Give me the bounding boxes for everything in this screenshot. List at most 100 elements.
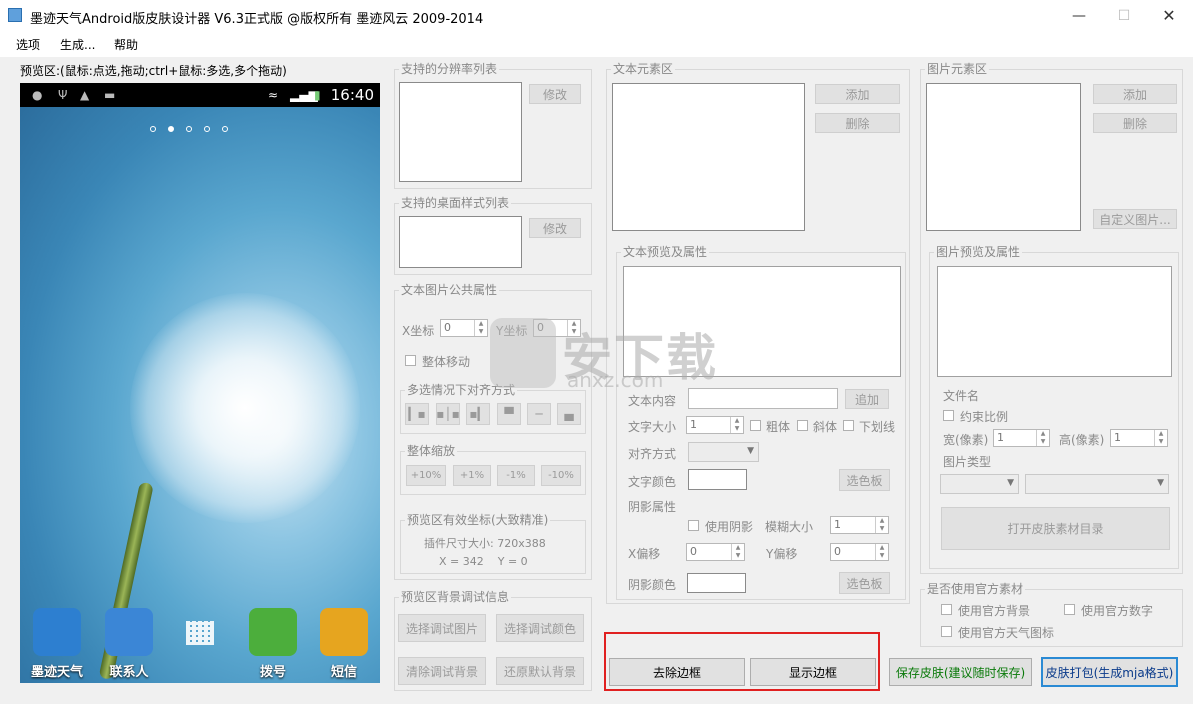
- image-preview-box: [937, 266, 1172, 377]
- pack-skin-button[interactable]: 皮肤打包(生成mja格式): [1041, 657, 1178, 687]
- resolution-list[interactable]: [399, 82, 522, 182]
- official-bg-checkbox[interactable]: [941, 604, 952, 615]
- y-offset-stepper[interactable]: 0 ▲ ▼: [830, 543, 889, 561]
- blur-size-label: 模糊大小: [765, 520, 814, 534]
- image-elements-group-title: 图片元素区: [925, 62, 990, 76]
- text-content-label: 文本内容: [628, 394, 677, 408]
- stepper-arrows-icon[interactable]: ▲ ▼: [731, 544, 744, 560]
- phone-status-bar: [20, 83, 380, 107]
- stepper-arrows-icon[interactable]: ▲ ▼: [875, 517, 888, 533]
- underline-checkbox[interactable]: [843, 420, 854, 431]
- official-bg-label: 使用官方背景: [958, 604, 1031, 618]
- image-elements-list[interactable]: [926, 83, 1081, 231]
- android-icon: ▲: [80, 88, 90, 102]
- align-bottom-button[interactable]: ▄: [557, 403, 581, 425]
- zoom-plus10-button[interactable]: +10%: [406, 465, 446, 486]
- image-delete-button[interactable]: 删除: [1093, 113, 1177, 133]
- text-add-button[interactable]: 添加: [815, 84, 900, 104]
- save-skin-button[interactable]: 保存皮肤(建议随时保存): [889, 658, 1032, 686]
- zoom-minus1-button[interactable]: -1%: [497, 465, 535, 486]
- move-all-checkbox[interactable]: [405, 355, 416, 366]
- close-button[interactable]: ✕: [1146, 0, 1192, 31]
- blur-size-stepper[interactable]: 1 ▲ ▼: [830, 516, 889, 534]
- text-palette-button[interactable]: 选色板: [839, 469, 890, 491]
- text-elements-list[interactable]: [612, 83, 805, 231]
- text-size-stepper[interactable]: 1 ▲ ▼: [686, 416, 744, 434]
- y-offset-label: Y偏移: [766, 547, 798, 561]
- bg-debug-group-title: 预览区背景调试信息: [399, 590, 512, 604]
- bold-label: 粗体: [766, 420, 791, 434]
- image-width-stepper[interactable]: 1 ▲ ▼: [993, 429, 1050, 447]
- image-type-select[interactable]: ▼: [940, 474, 1019, 494]
- page-dot: [186, 126, 192, 132]
- official-icons-checkbox[interactable]: [941, 626, 952, 637]
- sms-icon[interactable]: [320, 608, 368, 656]
- menu-help[interactable]: 帮助: [114, 36, 138, 53]
- menu-options[interactable]: 选项: [16, 36, 40, 53]
- x-offset-stepper[interactable]: 0 ▲ ▼: [686, 543, 745, 561]
- stepper-arrows-icon[interactable]: ▲ ▼: [474, 320, 487, 336]
- image-add-button[interactable]: 添加: [1093, 84, 1177, 104]
- text-content-add-button[interactable]: 追加: [845, 389, 889, 409]
- moji-weather-icon[interactable]: [33, 608, 81, 656]
- window-title: 墨迹天气Android版皮肤设计器 V6.3正式版 @版权所有 墨迹风云 200…: [30, 12, 484, 27]
- align-mode-select[interactable]: ▼: [688, 442, 759, 462]
- official-digits-checkbox[interactable]: [1064, 604, 1075, 615]
- dock-label-contacts: 联系人: [109, 665, 149, 680]
- resolution-edit-button[interactable]: 修改: [529, 84, 581, 104]
- phone-preview[interactable]: ● Ψ ▲ ▬ ≈ ▂▄▆ ▮ 16:40 墨迹天气 联系人 拨号 短信: [20, 83, 380, 683]
- bold-checkbox[interactable]: [750, 420, 761, 431]
- desktop-style-list[interactable]: [399, 216, 522, 268]
- keyboard-icon: ▬: [104, 88, 116, 102]
- official-group-title: 是否使用官方素材: [925, 582, 1026, 596]
- x-coord-stepper[interactable]: 0 ▲ ▼: [440, 319, 488, 337]
- align-top-button[interactable]: ▀: [497, 403, 521, 425]
- image-subtype-select[interactable]: ▼: [1025, 474, 1169, 494]
- stepper-arrows-icon[interactable]: ▲ ▼: [730, 417, 743, 433]
- text-delete-button[interactable]: 删除: [815, 113, 900, 133]
- choose-debug-image-button[interactable]: 选择调试图片: [398, 614, 486, 642]
- zoom-plus1-button[interactable]: +1%: [453, 465, 491, 486]
- align-vcenter-button[interactable]: ─: [527, 403, 551, 425]
- menu-generate[interactable]: 生成...: [60, 36, 95, 53]
- dialer-icon[interactable]: [249, 608, 297, 656]
- italic-checkbox[interactable]: [797, 420, 808, 431]
- contacts-icon[interactable]: [105, 608, 153, 656]
- align-left-button[interactable]: ▎▪: [405, 403, 429, 425]
- use-shadow-label: 使用阴影: [705, 520, 754, 534]
- x-offset-value: 0: [690, 545, 697, 558]
- align-right-button[interactable]: ▪▎: [466, 403, 490, 425]
- maximize-icon: ☐: [1117, 7, 1131, 24]
- stepper-arrows-icon[interactable]: ▲ ▼: [875, 544, 888, 560]
- choose-debug-color-button[interactable]: 选择调试颜色: [496, 614, 584, 642]
- image-height-stepper[interactable]: 1 ▲ ▼: [1110, 429, 1168, 447]
- watermark-url: anxz.com: [567, 368, 664, 392]
- text-content-input[interactable]: [688, 388, 838, 409]
- text-size-value: 1: [690, 418, 697, 431]
- open-skin-dir-button[interactable]: 打开皮肤素材目录: [941, 507, 1170, 550]
- preview-label: 预览区:(鼠标:点选,拖动;ctrl+鼠标:多选,多个拖动): [20, 64, 287, 78]
- custom-image-button[interactable]: 自定义图片...: [1093, 209, 1177, 229]
- align-top-icon: ▀: [504, 407, 514, 421]
- stepper-arrows-icon[interactable]: ▲ ▼: [1036, 430, 1049, 446]
- stepper-arrows-icon[interactable]: ▲ ▼: [1154, 430, 1167, 446]
- maximize-button[interactable]: ☐: [1101, 0, 1147, 31]
- app-drawer-icon[interactable]: [186, 621, 214, 645]
- shadow-palette-button[interactable]: 选色板: [839, 572, 890, 594]
- minimize-button[interactable]: —: [1056, 0, 1102, 31]
- desktop-style-edit-button[interactable]: 修改: [529, 218, 581, 238]
- text-color-swatch[interactable]: [688, 469, 747, 490]
- keep-ratio-checkbox[interactable]: [943, 410, 954, 421]
- x-offset-label: X偏移: [628, 547, 661, 561]
- align-hcenter-button[interactable]: ▪│▪: [436, 403, 460, 425]
- restore-default-bg-button[interactable]: 还原默认背景: [496, 657, 584, 685]
- zoom-minus10-button[interactable]: -10%: [541, 465, 581, 486]
- align-right-icon: ▪▎: [469, 407, 487, 421]
- y-offset-value: 0: [834, 545, 841, 558]
- phone-clock: 16:40: [330, 86, 374, 104]
- clear-debug-bg-button[interactable]: 清除调试背景: [398, 657, 486, 685]
- shadow-color-swatch[interactable]: [687, 573, 746, 593]
- page-dot-current: [168, 126, 174, 132]
- use-shadow-checkbox[interactable]: [688, 520, 699, 531]
- file-name-label: 文件名: [943, 389, 980, 403]
